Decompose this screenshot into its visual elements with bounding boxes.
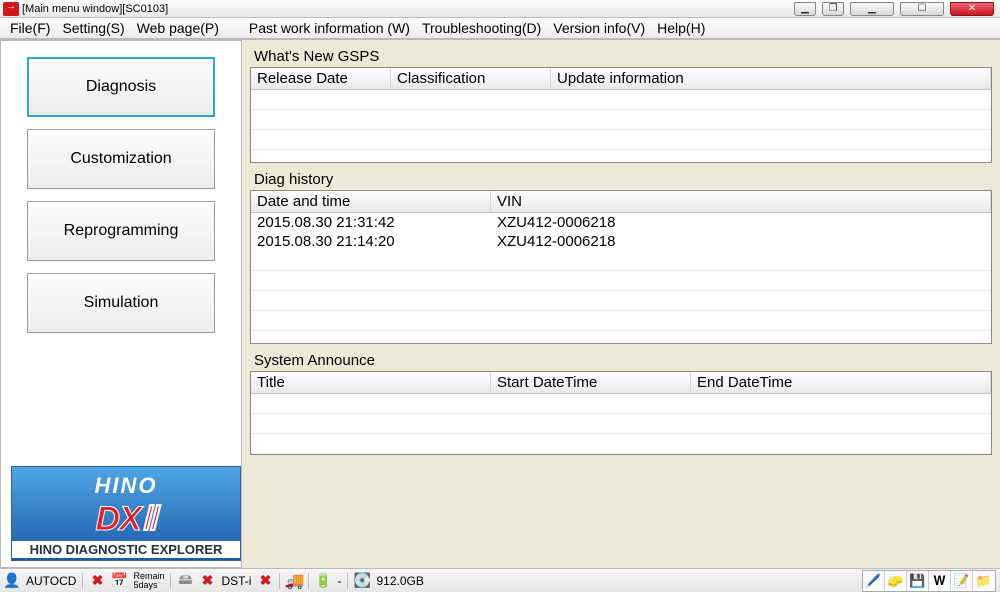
mdi-restore-button[interactable]: ❐ [822, 2, 844, 16]
status-user: AUTOCD [26, 574, 76, 588]
system-announce-grid[interactable]: Title Start DateTime End DateTime [250, 371, 992, 455]
logo-brand: HINO [12, 473, 240, 499]
menu-file[interactable]: File(F) [4, 20, 56, 36]
menu-webpage[interactable]: Web page(P) [131, 20, 225, 36]
network-disconnected-icon: ✖ [89, 573, 105, 589]
table-row [251, 394, 991, 414]
col-title[interactable]: Title [251, 372, 491, 393]
cell-vin: XZU412-0006218 [491, 213, 991, 232]
tool-text-icon[interactable]: 𝐖 [929, 571, 951, 591]
status-disk: 912.0GB [376, 574, 423, 588]
sidebar-diagnosis-button[interactable]: Diagnosis [27, 57, 215, 117]
menu-past-work[interactable]: Past work information (W) [243, 20, 416, 36]
drive-error-icon: ✖ [199, 573, 215, 589]
sidebar-simulation-button[interactable]: Simulation [27, 273, 215, 333]
brand-logo: HINO DXⅡ HINO DIAGNOSTIC EXPLORER [11, 466, 241, 561]
sidebar-reprogramming-button[interactable]: Reprogramming [27, 201, 215, 261]
system-announce-group: System Announce Title Start DateTime End… [250, 350, 992, 455]
table-row [251, 291, 991, 311]
status-bar: 👤 AUTOCD ✖ 📅 Remain5days 🖴 ✖ DST-i ✖ 🚚 🔋… [0, 568, 1000, 592]
table-row [251, 414, 991, 434]
whats-new-title: What's New GSPS [250, 46, 992, 67]
status-remain: Remain5days [133, 572, 164, 590]
table-row [251, 271, 991, 291]
diag-history-title: Diag history [250, 169, 992, 190]
truck-icon: 🚚 [286, 573, 302, 589]
whats-new-grid[interactable]: Release Date Classification Update infor… [250, 67, 992, 163]
system-announce-title: System Announce [250, 350, 992, 371]
diag-history-group: Diag history Date and time VIN 2015.08.3… [250, 169, 992, 344]
table-row [251, 251, 991, 271]
tool-edit-icon[interactable]: 📝 [951, 571, 973, 591]
col-release-date[interactable]: Release Date [251, 68, 391, 89]
sidebar: Diagnosis Customization Reprogramming Si… [0, 40, 242, 568]
table-row [251, 434, 991, 454]
col-vin[interactable]: VIN [491, 191, 991, 212]
cell-datetime: 2015.08.30 21:31:42 [251, 213, 491, 232]
mdi-minimize-button[interactable]: ▁ [794, 2, 816, 16]
menu-troubleshooting[interactable]: Troubleshooting(D) [416, 20, 547, 36]
status-toolbar: 🖊️ 🧽 💾 𝐖 📝 📁 [862, 570, 996, 592]
whats-new-group: What's New GSPS Release Date Classificat… [250, 46, 992, 163]
menu-help[interactable]: Help(H) [651, 20, 711, 36]
app-icon [3, 2, 19, 16]
disk-icon: 💽 [354, 573, 370, 589]
window-titlebar: [Main menu window][SC0103] ▁ ❐ ▁ ☐ ✕ [0, 0, 1000, 18]
main-area: Diagnosis Customization Reprogramming Si… [0, 40, 1000, 568]
col-end-datetime[interactable]: End DateTime [691, 372, 991, 393]
drive-icon: 🖴 [177, 573, 193, 589]
col-datetime[interactable]: Date and time [251, 191, 491, 212]
maximize-button[interactable]: ☐ [900, 2, 944, 16]
diag-history-grid[interactable]: Date and time VIN 2015.08.30 21:31:42 XZ… [250, 190, 992, 344]
battery-icon: 🔋 [315, 573, 331, 589]
cell-datetime: 2015.08.30 21:14:20 [251, 232, 491, 251]
tool-folder-icon[interactable]: 📁 [973, 571, 995, 591]
table-row[interactable]: 2015.08.30 21:31:42 XZU412-0006218 [251, 213, 991, 232]
status-dst: DST-i [221, 574, 251, 588]
logo-product: DXⅡ [12, 499, 240, 539]
user-icon: 👤 [4, 573, 20, 589]
menu-version-info[interactable]: Version info(V) [547, 20, 651, 36]
window-title: [Main menu window][SC0103] [22, 3, 168, 15]
table-row [251, 110, 991, 130]
logo-subtitle: HINO DIAGNOSTIC EXPLORER [12, 541, 240, 558]
close-button[interactable]: ✕ [950, 2, 994, 16]
dst-error-icon: ✖ [257, 573, 273, 589]
calendar-icon: 📅 [111, 573, 127, 589]
tool-save-icon[interactable]: 💾 [907, 571, 929, 591]
table-row [251, 311, 991, 331]
content-area: What's New GSPS Release Date Classificat… [242, 40, 1000, 568]
col-start-datetime[interactable]: Start DateTime [491, 372, 691, 393]
col-update-info[interactable]: Update information [551, 68, 991, 89]
sidebar-customization-button[interactable]: Customization [27, 129, 215, 189]
mdi-window-buttons: ▁ ❐ [794, 0, 850, 17]
window-buttons: ▁ ☐ ✕ [850, 0, 1000, 17]
table-row [251, 90, 991, 110]
cell-vin: XZU412-0006218 [491, 232, 991, 251]
battery-dash: - [337, 574, 341, 588]
col-classification[interactable]: Classification [391, 68, 551, 89]
main-menubar: File(F) Setting(S) Web page(P) Past work… [0, 18, 1000, 40]
table-row [251, 130, 991, 150]
table-row[interactable]: 2015.08.30 21:14:20 XZU412-0006218 [251, 232, 991, 251]
minimize-button[interactable]: ▁ [850, 2, 894, 16]
tool-eraser-icon[interactable]: 🧽 [885, 571, 907, 591]
menu-setting[interactable]: Setting(S) [56, 20, 130, 36]
tool-pen-icon[interactable]: 🖊️ [863, 571, 885, 591]
